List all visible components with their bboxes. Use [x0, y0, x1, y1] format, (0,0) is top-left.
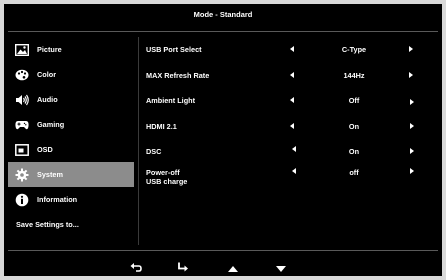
panel-divider	[138, 37, 139, 245]
sidebar-item-osd[interactable]: OSD	[8, 137, 134, 162]
osd-icon	[15, 143, 29, 157]
setting-row-power-off-usb-charge[interactable]: Power-off USB charge off	[146, 166, 426, 192]
down-button[interactable]	[272, 259, 290, 276]
left-arrow-icon[interactable]	[292, 146, 296, 152]
gamepad-icon	[15, 118, 29, 132]
sidebar-item-label: Gaming	[37, 120, 65, 129]
right-arrow-icon[interactable]	[409, 46, 413, 52]
enter-icon	[177, 259, 189, 276]
sidebar-item-information[interactable]: Information	[8, 187, 134, 212]
sidebar-item-gaming[interactable]: Gaming	[8, 112, 134, 137]
setting-value: On	[348, 121, 360, 131]
left-arrow-icon[interactable]	[290, 46, 294, 52]
setting-label-line2: USB charge	[146, 176, 188, 186]
up-button[interactable]	[224, 259, 242, 276]
footer-divider	[8, 250, 438, 251]
right-arrow-icon[interactable]	[410, 167, 414, 174]
back-button[interactable]	[127, 259, 145, 276]
settings-list: USB Port Select C-Type MAX Refresh Rate …	[146, 38, 426, 191]
setting-label: HDMI 2.1	[146, 121, 177, 131]
sidebar-item-color[interactable]: Color	[8, 62, 134, 87]
menu-title: Mode - Standard	[193, 10, 253, 19]
setting-label: Ambient Light	[146, 96, 196, 105]
setting-row-max-refresh-rate[interactable]: MAX Refresh Rate 144Hz	[146, 64, 426, 90]
gear-icon	[15, 168, 29, 182]
setting-value: On	[348, 147, 360, 156]
setting-label-line1: Power-off	[146, 167, 180, 177]
setting-label: USB Port Select	[146, 45, 202, 54]
picture-icon	[15, 43, 29, 57]
sidebar-item-label: Information	[37, 195, 78, 204]
right-arrow-icon[interactable]	[410, 122, 414, 129]
enter-button[interactable]	[174, 259, 192, 276]
osd-menu-window: Mode - Standard Picture Color Audio Gami…	[4, 4, 442, 276]
palette-icon	[15, 68, 29, 82]
speaker-icon	[15, 93, 29, 107]
right-arrow-icon[interactable]	[409, 71, 413, 78]
setting-label: MAX Refresh Rate	[146, 70, 210, 80]
info-icon	[15, 193, 29, 207]
setting-label: DSC	[146, 147, 162, 156]
left-arrow-icon[interactable]	[292, 167, 296, 174]
back-icon	[130, 259, 142, 276]
sidebar-item-audio[interactable]: Audio	[8, 87, 134, 112]
sidebar-item-save-settings[interactable]: Save Settings to...	[8, 212, 134, 237]
up-icon	[228, 259, 238, 276]
sidebar-item-label: OSD	[37, 145, 53, 154]
left-arrow-icon[interactable]	[290, 97, 294, 103]
setting-label: Power-off USB charge	[146, 168, 276, 186]
sidebar-item-label: Picture	[37, 45, 62, 54]
setting-row-ambient-light[interactable]: Ambient Light Off	[146, 89, 426, 115]
sidebar-item-picture[interactable]: Picture	[8, 37, 134, 62]
sidebar-item-label: Save Settings to...	[16, 220, 79, 229]
title-divider	[8, 31, 438, 32]
setting-row-usb-port-select[interactable]: USB Port Select C-Type	[146, 38, 426, 64]
setting-row-hdmi-2-1[interactable]: HDMI 2.1 On	[146, 115, 426, 141]
setting-value: Off	[348, 96, 360, 105]
sidebar-item-label: Color	[37, 70, 57, 79]
setting-value: 144Hz	[343, 70, 365, 80]
sidebar-item-label: Audio	[37, 95, 58, 104]
setting-value: C-Type	[341, 45, 367, 54]
right-arrow-icon[interactable]	[410, 148, 414, 154]
sidebar-item-system[interactable]: System	[8, 162, 134, 187]
sidebar-item-label: System	[37, 170, 63, 179]
setting-row-dsc[interactable]: DSC On	[146, 140, 426, 166]
down-icon	[276, 259, 286, 276]
right-arrow-icon[interactable]	[410, 99, 414, 105]
setting-value: off	[349, 167, 359, 177]
sidebar: Picture Color Audio Gaming OSD System In…	[8, 37, 134, 237]
left-arrow-icon[interactable]	[290, 122, 294, 129]
left-arrow-icon[interactable]	[290, 71, 294, 78]
